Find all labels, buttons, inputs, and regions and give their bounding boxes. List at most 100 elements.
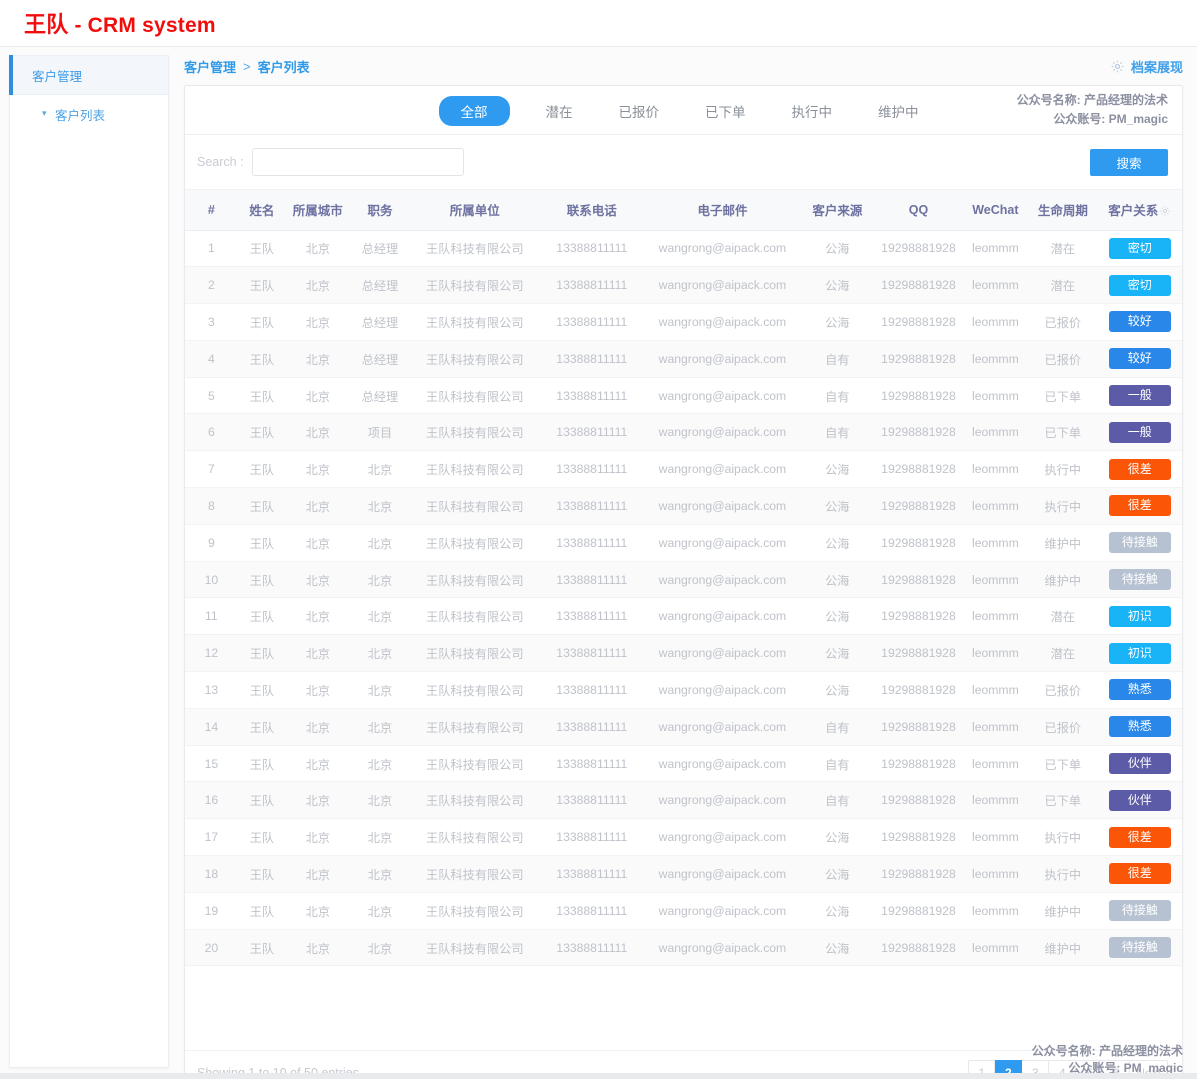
cell-id: 14 — [185, 708, 238, 746]
column-header-8[interactable]: QQ — [874, 190, 963, 231]
status-badge[interactable]: 一般 — [1108, 421, 1171, 443]
search-button[interactable]: 搜索 — [1090, 148, 1168, 176]
search-input[interactable] — [251, 148, 464, 176]
tab-0[interactable]: 全部 — [438, 95, 510, 126]
cell-relation: 较好 — [1097, 303, 1182, 341]
column-header-11[interactable]: 客户关系 — [1097, 190, 1182, 231]
table-row[interactable]: 17 王队 北京 北京 王队科技有限公司 13388811111 wangrong@aipa… — [185, 818, 1182, 857]
account-info-top: 公众号名称: 产品经理的法术 公众账号: PM_magic — [1017, 91, 1168, 129]
cell-phone: 13388811111 — [539, 708, 645, 746]
table-row[interactable]: 9 王队 北京 北京 王队科技有限公司 13388811111 wangrong@aipac… — [185, 524, 1182, 562]
column-header-9[interactable]: WeChat — [962, 190, 1029, 231]
column-header-10[interactable]: 生命周期 — [1028, 190, 1098, 231]
tab-4[interactable]: 执行中 — [782, 96, 843, 126]
table-row[interactable]: 1 王队 北京 总经理 王队科技有限公司 13388811111 wangrong@aipa… — [185, 230, 1182, 268]
cell-company: 王队科技有限公司 — [410, 781, 540, 820]
cell-source: 自有 — [800, 781, 875, 820]
column-header-5[interactable]: 联系电话 — [539, 190, 645, 231]
gear-icon[interactable] — [1159, 205, 1171, 220]
status-badge[interactable]: 熟悉 — [1108, 679, 1171, 701]
status-badge[interactable]: 很差 — [1108, 458, 1171, 480]
sidebar-item-customer-management[interactable]: 客户管理 — [9, 55, 168, 95]
column-header-2[interactable]: 所属城市 — [286, 190, 350, 231]
status-badge[interactable]: 很差 — [1108, 495, 1171, 517]
status-badge[interactable]: 熟悉 — [1108, 716, 1171, 738]
table-row[interactable]: 7 王队 北京 北京 王队科技有限公司 13388811111 wangrong@aipac… — [185, 450, 1182, 489]
status-badge[interactable]: 待接触 — [1108, 569, 1171, 591]
status-badge[interactable]: 伙伴 — [1108, 789, 1171, 811]
tab-1[interactable]: 潜在 — [536, 96, 583, 126]
crm-page: 王队 - CRM system 客户管理 ▾ 客户列表 客户管理 > 客户列表 — [0, 0, 1197, 1079]
status-badge[interactable]: 初识 — [1108, 605, 1171, 627]
table-row[interactable]: 16 王队 北京 北京 王队科技有限公司 13388811111 wangrong@aipa… — [185, 781, 1182, 820]
status-badge[interactable]: 较好 — [1108, 311, 1171, 333]
tab-2[interactable]: 已报价 — [609, 96, 670, 126]
table-row[interactable]: 3 王队 北京 总经理 王队科技有限公司 13388811111 wangrong@aipa… — [185, 303, 1182, 341]
cell-name: 王队 — [237, 597, 287, 636]
status-badge[interactable]: 初识 — [1108, 642, 1171, 664]
breadcrumb-current[interactable]: 客户列表 — [258, 57, 310, 76]
table-row[interactable]: 4 王队 北京 总经理 王队科技有限公司 13388811111 wangrong@aipa… — [185, 340, 1182, 378]
cell-city: 北京 — [286, 340, 350, 378]
cell-relation: 很差 — [1097, 818, 1182, 857]
status-badge[interactable]: 很差 — [1108, 863, 1171, 885]
cell-source: 公海 — [800, 671, 875, 709]
column-header-7[interactable]: 客户来源 — [800, 190, 875, 231]
cell-source: 公海 — [800, 561, 875, 599]
status-badge[interactable]: 待接触 — [1108, 900, 1171, 922]
archive-display-button[interactable]: 档案展现 — [1110, 57, 1183, 76]
cell-name: 王队 — [237, 929, 287, 967]
tab-5[interactable]: 维护中 — [868, 96, 929, 126]
status-badge[interactable]: 待接触 — [1108, 532, 1171, 554]
table-row[interactable]: 8 王队 北京 北京 王队科技有限公司 13388811111 wangrong@aipac… — [185, 487, 1182, 525]
table-row[interactable]: 10 王队 北京 北京 王队科技有限公司 13388811111 wangrong@aipa… — [185, 561, 1182, 599]
column-header-3[interactable]: 职务 — [349, 190, 411, 231]
table-row[interactable]: 18 王队 北京 北京 王队科技有限公司 13388811111 wangrong@aipa… — [185, 855, 1182, 893]
cell-relation: 很差 — [1097, 487, 1182, 525]
table-row[interactable]: 15 王队 北京 北京 王队科技有限公司 13388811111 wangrong@aipa… — [185, 745, 1182, 783]
table-row[interactable]: 14 王队 北京 北京 王队科技有限公司 13388811111 wangrong@aipa… — [185, 708, 1182, 746]
status-badge[interactable]: 很差 — [1108, 826, 1171, 848]
cell-relation: 初识 — [1097, 597, 1182, 636]
table-row[interactable]: 19 王队 北京 北京 王队科技有限公司 13388811111 wangrong@aipa… — [185, 892, 1182, 930]
sidebar-item-customer-list[interactable]: ▾ 客户列表 — [10, 95, 168, 133]
cell-wechat: leommm — [962, 708, 1029, 746]
cell-qq: 19298881928 — [874, 855, 963, 893]
cell-qq: 19298881928 — [874, 634, 963, 673]
cell-name: 王队 — [237, 561, 287, 599]
cell-relation: 熟悉 — [1097, 708, 1182, 746]
status-badge[interactable]: 待接触 — [1108, 937, 1171, 959]
cell-lifecycle: 执行中 — [1028, 487, 1098, 525]
tab-3[interactable]: 已下单 — [695, 96, 756, 126]
cell-city: 北京 — [286, 781, 350, 820]
table-row[interactable]: 20 王队 北京 北京 王队科技有限公司 13388811111 wangrong@aipa… — [185, 929, 1182, 967]
status-badge[interactable]: 密切 — [1108, 274, 1171, 296]
table-row[interactable]: 13 王队 北京 北京 王队科技有限公司 13388811111 wangrong@aipa… — [185, 671, 1182, 709]
table-row[interactable]: 2 王队 北京 总经理 王队科技有限公司 13388811111 wangrong@aipa… — [185, 266, 1182, 305]
table-row[interactable]: 5 王队 北京 总经理 王队科技有限公司 13388811111 wangrong@aipa… — [185, 377, 1182, 415]
table-row[interactable]: 12 王队 北京 北京 王队科技有限公司 13388811111 wangrong@aipa… — [185, 634, 1182, 673]
account-info-bottom: 公众号名称: 产品经理的法术 公众账号: PM_magic — [1032, 1043, 1183, 1077]
column-header-6[interactable]: 电子邮件 — [644, 190, 801, 231]
cell-email: wangrong@aipack.com — [644, 929, 801, 967]
cell-id: 4 — [185, 340, 238, 378]
breadcrumb-parent[interactable]: 客户管理 — [184, 57, 236, 76]
cell-source: 公海 — [800, 634, 875, 673]
cell-wechat: leommm — [962, 634, 1029, 673]
status-badge[interactable]: 伙伴 — [1108, 753, 1171, 775]
column-header-1[interactable]: 姓名 — [237, 190, 287, 231]
cell-wechat: leommm — [962, 377, 1029, 415]
status-badge[interactable]: 密切 — [1108, 237, 1171, 259]
cell-lifecycle: 维护中 — [1028, 929, 1098, 967]
status-badge[interactable]: 较好 — [1108, 348, 1171, 370]
table-row[interactable]: 6 王队 北京 项目 王队科技有限公司 13388811111 wangrong@aipac… — [185, 413, 1182, 452]
cell-role: 北京 — [349, 745, 411, 783]
column-header-0[interactable]: # — [185, 190, 238, 231]
cell-lifecycle: 已下单 — [1028, 745, 1098, 783]
cell-phone: 13388811111 — [539, 524, 645, 562]
cell-role: 北京 — [349, 487, 411, 525]
column-header-4[interactable]: 所属单位 — [410, 190, 540, 231]
status-badge[interactable]: 一般 — [1108, 385, 1171, 407]
cell-role: 北京 — [349, 671, 411, 709]
table-row[interactable]: 11 王队 北京 北京 王队科技有限公司 13388811111 wangrong@aipa… — [185, 597, 1182, 636]
